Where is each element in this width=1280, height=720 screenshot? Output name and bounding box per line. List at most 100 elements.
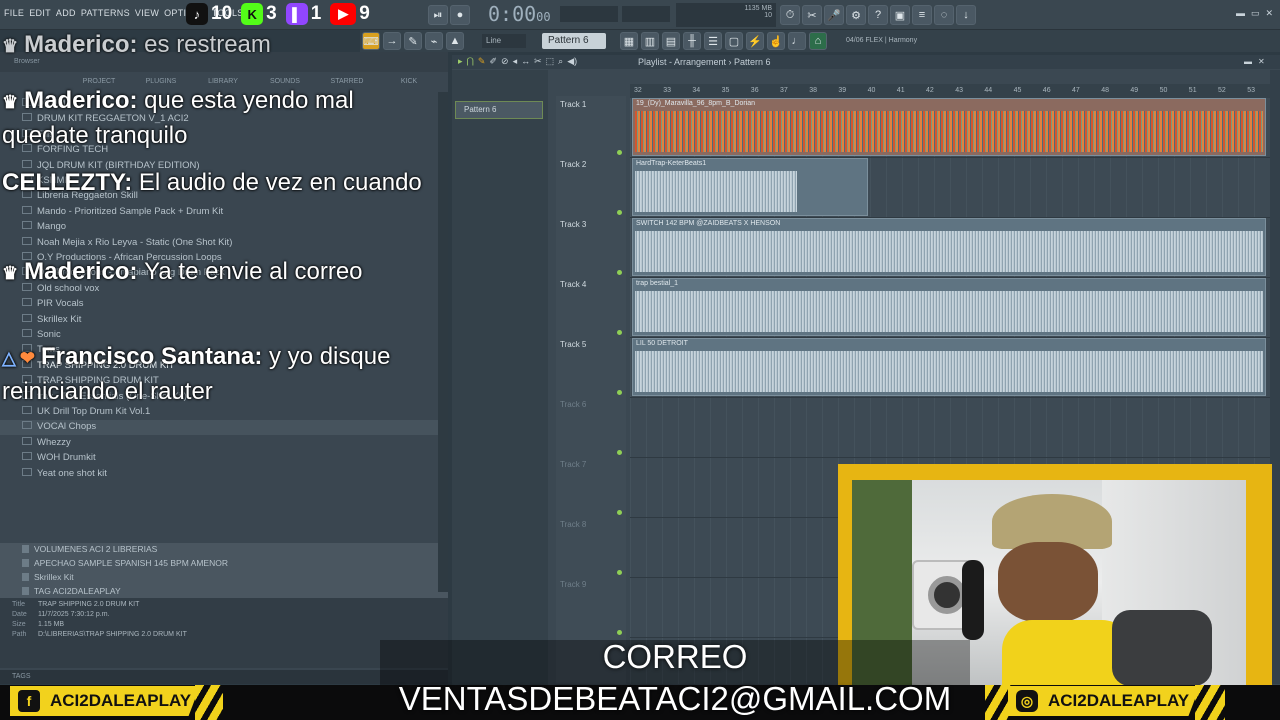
- play-arrow-icon[interactable]: ▸: [458, 56, 463, 67]
- zoom-icon[interactable]: ⌕: [558, 56, 563, 67]
- browser-folder[interactable]: Yeat one shot kit: [22, 468, 107, 479]
- plugin-db-icon[interactable]: ▢: [725, 32, 743, 50]
- track-name[interactable]: Track 4: [560, 280, 586, 289]
- store-icon[interactable]: ⌂: [809, 32, 827, 50]
- menu-patterns[interactable]: PATTERNS: [81, 8, 130, 18]
- speaker-icon[interactable]: ◀): [567, 56, 577, 67]
- snap-select[interactable]: Line: [482, 34, 526, 48]
- info-path-row: Path D:\LIBRERIAS\TRAP SHIPPING 2.0 DRUM …: [12, 631, 187, 638]
- menu-view[interactable]: VIEW: [135, 8, 159, 18]
- track-name[interactable]: Track 8: [560, 520, 586, 529]
- mixer-icon[interactable]: ≡: [912, 5, 932, 25]
- tools-icon[interactable]: ✂: [802, 5, 822, 25]
- track-active-led[interactable]: [617, 390, 622, 395]
- track-active-led[interactable]: [617, 210, 622, 215]
- slice-icon[interactable]: ✂: [534, 56, 542, 67]
- microphone: [962, 560, 984, 640]
- track-name[interactable]: Track 9: [560, 580, 586, 589]
- track-active-led[interactable]: [617, 270, 622, 275]
- mic-icon[interactable]: 🎤: [824, 5, 844, 25]
- audio-clip[interactable]: 19_(Dy)_Maravilla_96_8pm_B_Dorian: [632, 98, 1266, 156]
- audio-clip[interactable]: SWITCH 142 BPM @ZAIDBEATS X HENSON: [632, 218, 1266, 276]
- magnet-icon[interactable]: ⋂: [467, 56, 474, 67]
- track-active-led[interactable]: [617, 570, 622, 575]
- browser-file[interactable]: TAG ACI2DALEAPLAY: [22, 586, 121, 596]
- track-active-led[interactable]: [617, 510, 622, 515]
- playlist-minimize-icon[interactable]: ▬: [1244, 57, 1252, 66]
- plug-icon[interactable]: ⚡: [746, 32, 764, 50]
- paint-icon[interactable]: ✐: [489, 56, 497, 67]
- track-name[interactable]: Track 3: [560, 220, 586, 229]
- track-active-led[interactable]: [617, 150, 622, 155]
- menu-add[interactable]: ADD: [56, 8, 76, 18]
- touch-icon[interactable]: ☝: [767, 32, 785, 50]
- minimize-icon[interactable]: ▬: [1236, 8, 1245, 19]
- menu-edit[interactable]: EDIT: [29, 8, 51, 18]
- browser-folder[interactable]: Noah Mejia x Rio Leyva - Static (One Sho…: [22, 237, 232, 248]
- twitch-icon: ▌: [285, 3, 308, 25]
- browser-folder[interactable]: WOH Drumkit: [22, 452, 96, 463]
- link-icon[interactable]: ⌁: [425, 32, 443, 50]
- track-name[interactable]: Track 5: [560, 340, 586, 349]
- track-active-led[interactable]: [617, 630, 622, 635]
- master-pitch-slider[interactable]: [622, 6, 670, 22]
- maximize-icon[interactable]: ▭: [1251, 8, 1260, 19]
- browser-file[interactable]: VOLUMENES ACI 2 LIBRERIAS: [22, 544, 157, 554]
- browser-icon[interactable]: ☰: [704, 32, 722, 50]
- browser-folder[interactable]: Whezzy: [22, 437, 71, 448]
- pencil-icon[interactable]: ✎: [478, 56, 486, 67]
- timeline-ruler[interactable]: 32 33 34 35 36 37 38 39 40 41 42 43 44 45 46 47 48 49 50 51…: [630, 84, 1270, 98]
- clip-title: LIL 50 DETROIT: [636, 340, 688, 347]
- audio-clip[interactable]: LIL 50 DETROIT: [632, 338, 1266, 396]
- slip-icon[interactable]: ↔: [521, 56, 530, 67]
- menu-file[interactable]: FILE: [4, 8, 24, 18]
- browser-folder[interactable]: VOCAl Chops: [22, 421, 96, 432]
- track-row[interactable]: [630, 398, 1270, 458]
- playlist-icon[interactable]: ▦: [620, 32, 638, 50]
- browser-file[interactable]: APECHAO SAMPLE SPANISH 145 BPM AMENOR: [22, 558, 228, 568]
- track-name[interactable]: Track 1: [560, 100, 586, 109]
- track-name[interactable]: Track 2: [560, 160, 586, 169]
- info-size-row: Size 1.15 MB: [12, 621, 65, 628]
- mute-icon[interactable]: ◂: [513, 56, 518, 67]
- browser-folder[interactable]: Sonic: [22, 329, 61, 340]
- window-controls: ▬ ▭ ✕: [1236, 8, 1273, 19]
- pattern-song-toggle[interactable]: ⏯: [428, 5, 448, 25]
- browser-file[interactable]: Skrillex Kit: [22, 572, 74, 582]
- plugin-icon[interactable]: ⚙: [846, 5, 866, 25]
- record-button[interactable]: ●: [450, 5, 470, 25]
- audio-clip[interactable]: HardTrap-KeterBeats1: [632, 158, 868, 216]
- track-name[interactable]: Track 7: [560, 460, 586, 469]
- clock-icon[interactable]: ⏱: [780, 5, 800, 25]
- pattern-selector[interactable]: Pattern 6: [542, 33, 606, 49]
- browser-folder[interactable]: Mango: [22, 221, 66, 232]
- playlist-close-icon[interactable]: ✕: [1258, 57, 1265, 66]
- track-name[interactable]: Track 6: [560, 400, 586, 409]
- master-volume-slider[interactable]: [560, 6, 618, 22]
- help-icon[interactable]: ?: [868, 5, 888, 25]
- save-icon[interactable]: ▣: [890, 5, 910, 25]
- chat-icon[interactable]: ◌: [934, 5, 954, 25]
- waveform: [635, 111, 1263, 152]
- delete-icon[interactable]: ⊘: [501, 56, 509, 67]
- audio-clip[interactable]: trap bestial_1: [632, 278, 1266, 336]
- pattern-item[interactable]: Pattern 6: [455, 101, 543, 119]
- select-icon[interactable]: ⬚: [546, 56, 555, 67]
- browser-folder[interactable]: Skrillex Kit: [22, 314, 81, 325]
- track-active-led[interactable]: [617, 330, 622, 335]
- piano-roll-icon[interactable]: ▤: [662, 32, 680, 50]
- channel-rack-icon[interactable]: ▥: [641, 32, 659, 50]
- tempo-icon[interactable]: ♩: [788, 32, 806, 50]
- browser-folder[interactable]: Mando - Prioritized Sample Pack + Drum K…: [22, 206, 223, 217]
- ruler-bar-number: 48: [1101, 87, 1109, 94]
- mixer-window-icon[interactable]: ╫: [683, 32, 701, 50]
- download-icon[interactable]: ↓: [956, 5, 976, 25]
- track-active-led[interactable]: [617, 450, 622, 455]
- close-icon[interactable]: ✕: [1266, 8, 1274, 19]
- hazard-stripe: [195, 685, 223, 720]
- browser-scrollbar[interactable]: [438, 92, 448, 592]
- browser-folder[interactable]: PIR Vocals: [22, 298, 83, 309]
- ruler-bar-number: 49: [1130, 87, 1139, 94]
- metronome-icon[interactable]: ▲: [446, 32, 464, 50]
- ruler-bar-number: 40: [867, 87, 876, 94]
